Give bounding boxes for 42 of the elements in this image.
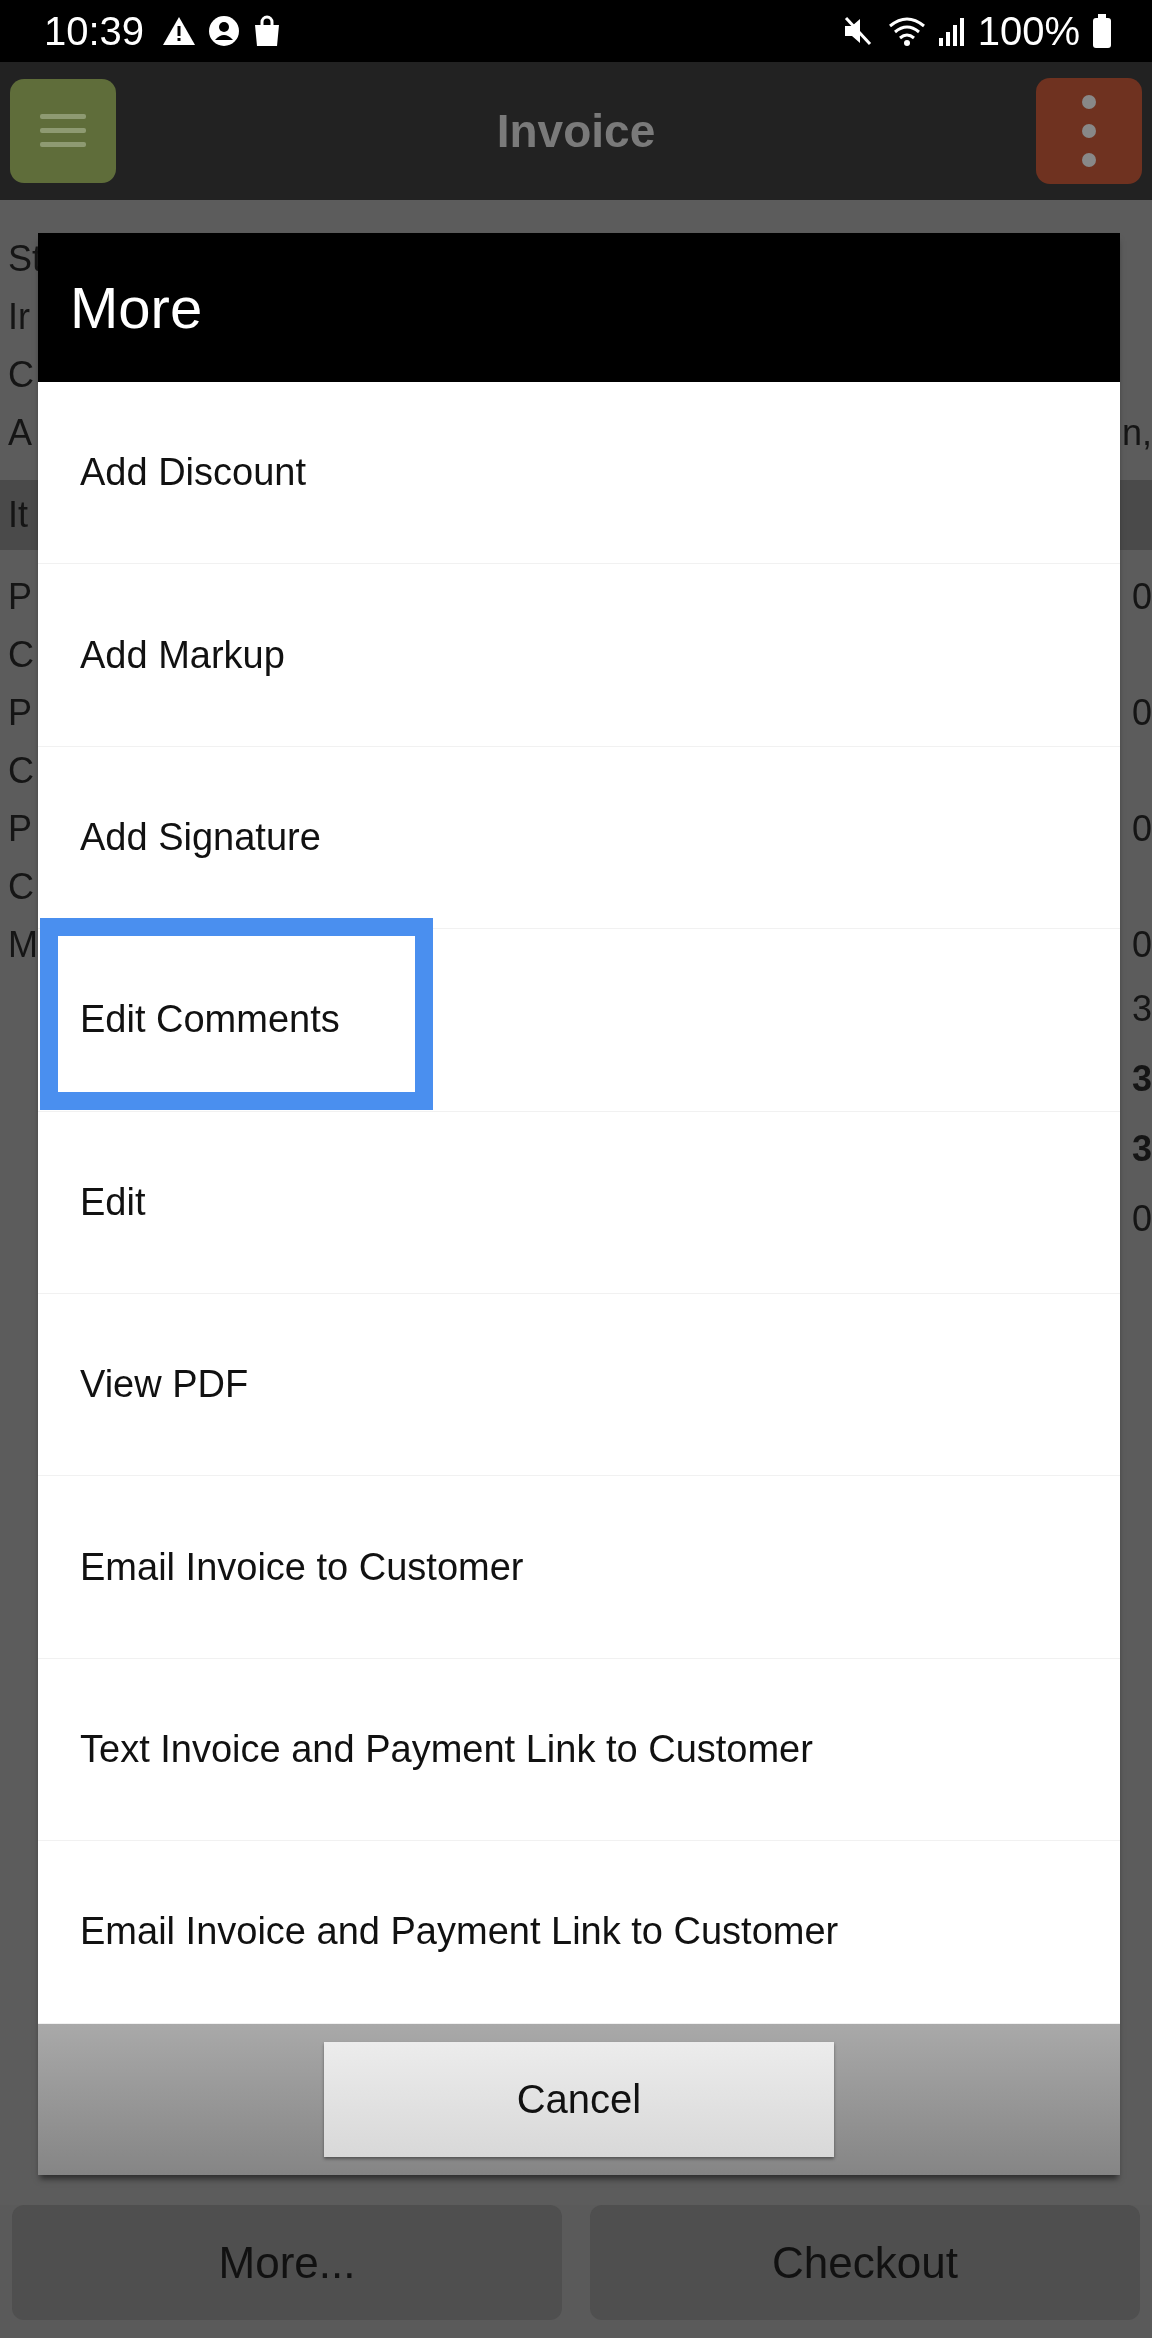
background-value: 0 xyxy=(1131,692,1152,734)
background-label: M xyxy=(8,924,38,966)
background-label: C xyxy=(8,750,34,792)
menu-item[interactable]: Text Invoice and Payment Link to Customer xyxy=(38,1658,1120,1842)
menu-button[interactable] xyxy=(10,79,116,183)
background-value: 0 xyxy=(1131,924,1152,966)
status-time: 10:39 xyxy=(44,8,145,54)
menu-item[interactable]: Edit Comments xyxy=(38,929,1120,1112)
menu-item[interactable]: Email Invoice to Customer xyxy=(38,1476,1120,1659)
background-value: 3 xyxy=(1131,1128,1152,1170)
menu-item[interactable]: Add Signature xyxy=(38,746,1120,930)
background-value: 3 xyxy=(1131,988,1152,1030)
background-label: C xyxy=(8,866,34,908)
dialog-title: More xyxy=(70,274,203,341)
background-label: Ir xyxy=(8,296,30,338)
menu-item[interactable]: Add Markup xyxy=(38,564,1120,747)
background-value: 3 xyxy=(1131,1058,1152,1100)
warning-icon xyxy=(162,16,197,46)
menu-icon xyxy=(40,114,86,148)
background-label: P xyxy=(8,692,32,734)
background-value: 0 xyxy=(1131,576,1152,618)
menu-item[interactable]: Edit xyxy=(38,1111,1120,1294)
background-value: 0 xyxy=(1131,1198,1152,1240)
menu-item[interactable]: View PDF xyxy=(38,1293,1120,1477)
background-label: C xyxy=(8,634,34,676)
background-label: C xyxy=(8,354,34,396)
more-options-icon xyxy=(1081,94,1097,168)
background-label: P xyxy=(8,808,32,850)
battery-icon xyxy=(1092,14,1112,48)
account-icon xyxy=(208,15,241,47)
background-label: P xyxy=(8,576,32,618)
background-value: 0 xyxy=(1131,808,1152,850)
battery-percent: 100% xyxy=(977,8,1080,54)
menu-item[interactable]: Email Invoice and Payment Link to Customer xyxy=(38,1841,1120,2024)
more-options-button[interactable] xyxy=(1036,78,1142,184)
signal-icon xyxy=(937,16,966,46)
wifi-icon xyxy=(887,15,926,47)
screen-title: Invoice xyxy=(496,104,656,158)
cancel-button[interactable]: Cancel xyxy=(324,2041,834,2157)
background-value: n, xyxy=(1121,412,1152,454)
background-label: A xyxy=(8,412,32,454)
menu-item[interactable]: Add Discount xyxy=(38,382,1120,565)
